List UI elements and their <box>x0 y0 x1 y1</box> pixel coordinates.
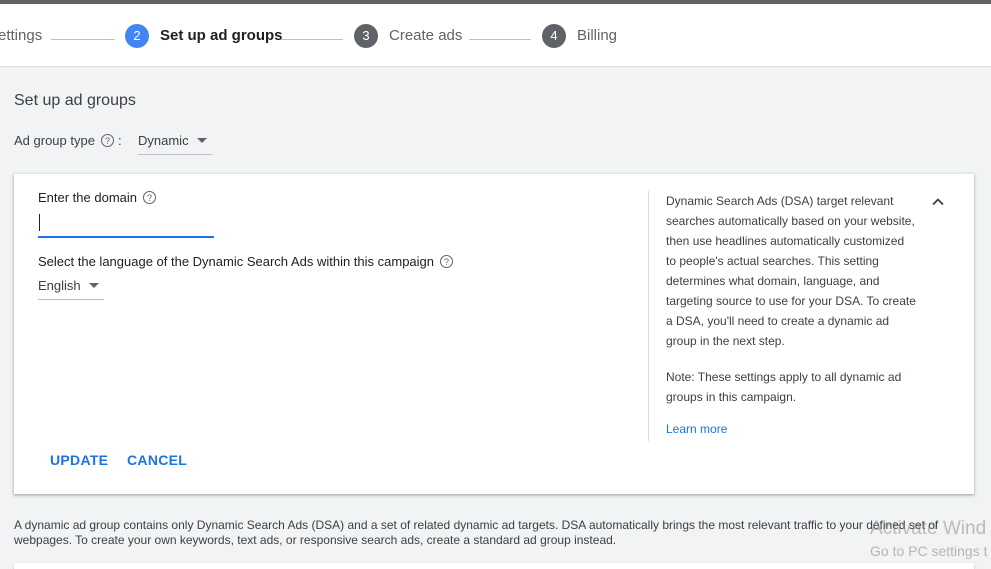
learn-more-link[interactable]: Learn more <box>666 422 727 436</box>
step-connector <box>281 39 343 40</box>
cancel-button[interactable]: CANCEL <box>127 452 187 468</box>
step-settings[interactable]: ettings <box>0 4 42 67</box>
step-label: Create ads <box>389 27 463 44</box>
language-value: English <box>38 278 81 293</box>
domain-label: Enter the domain <box>38 190 138 205</box>
step-label: Set up ad groups <box>160 27 283 44</box>
domain-label-row: Enter the domain ? <box>38 190 157 205</box>
step-create-ads[interactable]: 3 Create ads <box>354 4 462 67</box>
language-label: Select the language of the Dynamic Searc… <box>38 254 435 269</box>
chevron-up-icon[interactable] <box>932 196 944 208</box>
step-label: Billing <box>577 27 618 44</box>
note-text: Note: These settings apply to all dynami… <box>666 370 902 404</box>
dropdown-arrow-icon <box>196 138 207 143</box>
ad-group-type-value: Dynamic <box>138 133 189 148</box>
vertical-divider <box>648 191 649 441</box>
language-label-row: Select the language of the Dynamic Searc… <box>38 254 454 269</box>
help-icon[interactable]: ? <box>100 134 114 147</box>
step-number: 3 <box>354 23 378 48</box>
step-ad-groups[interactable]: 2 Set up ad groups <box>125 4 283 67</box>
step-number: 4 <box>542 23 566 48</box>
step-connector <box>469 39 531 40</box>
activation-watermark: Activate Wind <box>870 518 987 539</box>
step-number: 2 <box>125 23 149 48</box>
stepper: ettings 2 Set up ad groups 3 Create ads … <box>0 4 991 67</box>
text-cursor <box>39 214 40 231</box>
help-icon[interactable]: ? <box>143 191 157 204</box>
ad-group-type-label: Ad group type <box>14 133 95 148</box>
activation-watermark-sub: Go to PC settings t <box>870 543 988 559</box>
page-title: Set up ad groups <box>14 92 136 109</box>
dynamic-ad-group-info: A dynamic ad group contains only Dynamic… <box>14 518 939 547</box>
step-billing[interactable]: 4 Billing <box>542 4 617 67</box>
ad-group-type-row: Ad group type ? : <box>14 133 122 148</box>
step-connector <box>51 39 115 40</box>
update-button[interactable]: UPDATE <box>50 452 108 468</box>
help-icon[interactable]: ? <box>440 255 454 268</box>
dsa-settings-card: Enter the domain ? Select the language o… <box>14 174 974 494</box>
dropdown-arrow-icon <box>88 283 99 288</box>
ad-group-type-dropdown[interactable]: Dynamic <box>138 133 212 155</box>
dsa-description: Dynamic Search Ads (DSA) target relevant… <box>666 191 916 423</box>
domain-input[interactable] <box>38 210 214 238</box>
step-label: ettings <box>0 27 43 44</box>
language-dropdown[interactable]: English <box>38 278 104 300</box>
next-card <box>14 563 974 569</box>
description-text: Dynamic Search Ads (DSA) target relevant… <box>666 194 916 348</box>
colon-separator: : <box>117 133 122 148</box>
